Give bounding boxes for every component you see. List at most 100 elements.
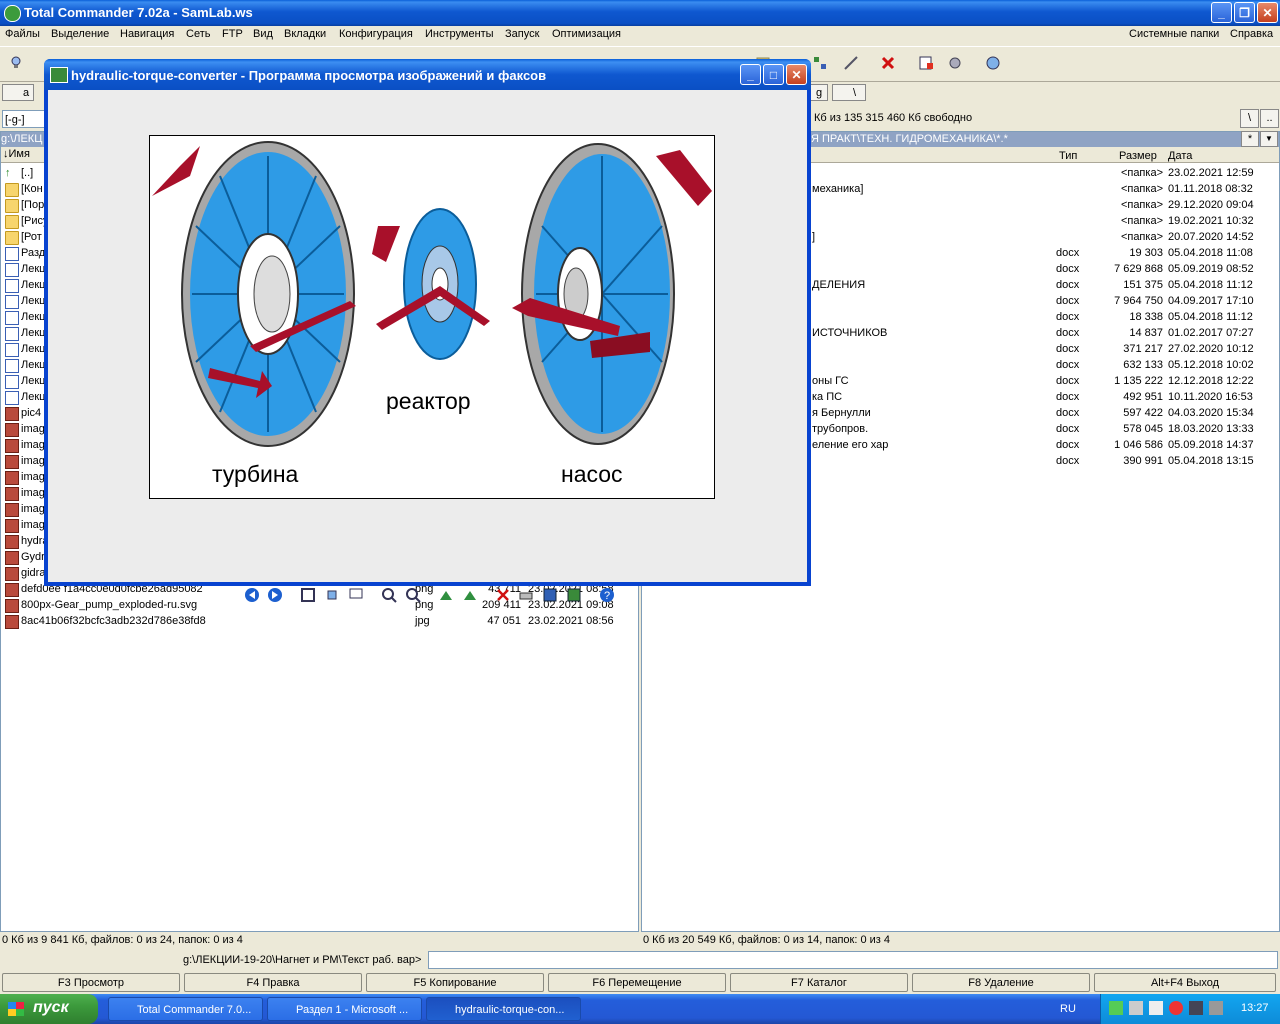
reactor-wheel [372,208,490,360]
menu-tools[interactable]: Инструменты [425,28,494,40]
network-tray-icon[interactable] [1109,1001,1123,1015]
menu-network[interactable]: Сеть [186,28,210,40]
f6-move-button[interactable]: F6 Перемещение [548,973,726,992]
file-ext: docx [1056,359,1080,371]
start-label: пуск [33,999,69,1016]
disconnect-icon[interactable] [843,55,859,71]
f3-view-button[interactable]: F3 Просмотр [2,973,180,992]
parent-button[interactable]: .. [1260,109,1279,128]
menu-optimization[interactable]: Оптимизация [552,28,621,40]
zoom-in-icon[interactable] [381,587,397,603]
menu-view[interactable]: Вид [253,28,273,40]
menu-tabs[interactable]: Вкладки [284,28,326,40]
file-name: Лекц [21,311,46,323]
menu-files[interactable]: Файлы [5,28,40,40]
viewer-close-button[interactable]: ✕ [786,64,807,85]
edit-image-icon[interactable] [566,587,582,603]
reactor-label: реактор [386,388,471,414]
antivirus-tray-icon[interactable] [1169,1001,1183,1015]
file-date: 05.04.2018 11:12 [1168,311,1253,323]
rotate-clockwise-icon[interactable] [438,587,454,603]
right-col-size[interactable]: Размер [1119,149,1157,164]
slideshow-icon[interactable] [348,587,364,603]
file-name: [Рот [21,231,42,243]
f7-mkdir-button[interactable]: F7 Каталог [730,973,908,992]
folder-icon [5,183,19,197]
image-file-icon [5,615,19,629]
history-dropdown[interactable]: ▼ [1260,131,1278,147]
network-icon[interactable] [812,55,828,71]
language-indicator[interactable]: RU [1060,1003,1076,1015]
menu-help[interactable]: Справка [1230,28,1273,40]
cmd-prompt: g:\ЛЕКЦИИ-19-20\Нагнет и РМ\Текст раб. в… [183,954,422,966]
right-col-type[interactable]: Тип [1059,149,1077,164]
volume-tray-icon[interactable] [1149,1001,1163,1015]
keyboard-tray-icon[interactable] [1209,1001,1223,1015]
file-size: 492 951 [1123,391,1163,403]
delete-image-icon[interactable] [495,587,511,603]
left-drive-combo[interactable]: [-g-] [2,110,45,128]
root-button[interactable]: \ [1240,109,1259,128]
minimize-button[interactable]: _ [1211,2,1232,23]
print-icon[interactable] [518,587,534,603]
menu-selection[interactable]: Выделение [51,28,109,40]
menu-configuration[interactable]: Конфигурация [339,28,413,40]
file-name: imag [21,439,45,451]
rotate-counterclockwise-icon[interactable] [462,587,478,603]
document-icon [5,279,19,293]
left-col-name[interactable]: ↓Имя [1,148,30,160]
close-button[interactable]: ✕ [1257,2,1278,23]
right-col-date[interactable]: Дата [1168,149,1192,164]
file-ext: docx [1056,279,1080,291]
tc-title-bar[interactable]: Total Commander 7.02a - SamLab.ws _ ❐ ✕ [0,0,1280,26]
tc-window-title: Total Commander 7.02a - SamLab.ws [24,5,253,20]
menu-ftp[interactable]: FTP [222,28,243,40]
previous-image-icon[interactable] [244,587,260,603]
viewer-minimize-button[interactable]: _ [740,64,761,85]
file-date: 18.03.2020 13:33 [1168,423,1254,435]
f5-copy-button[interactable]: F5 Копирование [366,973,544,992]
edit-icon[interactable] [918,55,934,71]
viewer-maximize-button[interactable]: □ [763,64,784,85]
file-size: 1 135 222 [1114,375,1163,387]
root-drive-button[interactable]: \ [832,84,866,101]
start-button[interactable]: пуск [0,994,98,1024]
security-tray-icon[interactable] [1129,1001,1143,1015]
taskbar-image-viewer[interactable]: hydraulic-torque-con... [426,997,581,1021]
app-tray-icon[interactable] [1189,1001,1203,1015]
taskbar-word-document[interactable]: Раздел 1 - Microsoft ... [267,997,422,1021]
settings-icon[interactable] [947,55,963,71]
f4-edit-button[interactable]: F4 Правка [184,973,362,992]
left-file-row[interactable]: 8ac41b06f32bcfc3adb232d786e38fd8 jpg 47 05… [1,613,638,629]
save-icon[interactable] [542,587,558,603]
file-size: 7 964 750 [1114,295,1163,307]
viewer-title-bar[interactable]: hydraulic-torque-converter - Программа п… [44,59,811,90]
actual-size-icon[interactable] [324,587,340,603]
file-ext: docx [1056,343,1080,355]
file-date: 04.09.2017 17:10 [1168,295,1254,307]
next-image-icon[interactable] [267,587,283,603]
lightbulb-icon[interactable] [8,55,24,71]
file-size: 578 045 [1123,423,1163,435]
menu-launch[interactable]: Запуск [505,28,539,40]
alt-f4-exit-button[interactable]: Alt+F4 Выход [1094,973,1276,992]
star-button[interactable]: * [1241,131,1259,147]
taskbar-total-commander[interactable]: Total Commander 7.0... [108,997,263,1021]
f8-delete-button[interactable]: F8 Удаление [912,973,1090,992]
best-fit-icon[interactable] [300,587,316,603]
menu-navigation[interactable]: Навигация [120,28,174,40]
menu-system-folders[interactable]: Системные папки [1129,28,1219,40]
image-file-icon [5,439,19,453]
zoom-out-icon[interactable] [405,587,421,603]
maximize-button[interactable]: ❐ [1234,2,1255,23]
command-line-input[interactable] [428,951,1278,969]
right-drive-button[interactable]: g [810,84,828,101]
document-icon [5,391,19,405]
document-icon [5,263,19,277]
left-status: 0 Кб из 9 841 Кб, файлов: 0 из 24, папок… [2,934,243,946]
left-drive-button[interactable]: a [2,84,34,101]
delete-icon[interactable] [880,55,896,71]
help-icon[interactable]: ? [599,587,615,603]
globe-icon[interactable] [985,55,1001,71]
document-icon [5,247,19,261]
